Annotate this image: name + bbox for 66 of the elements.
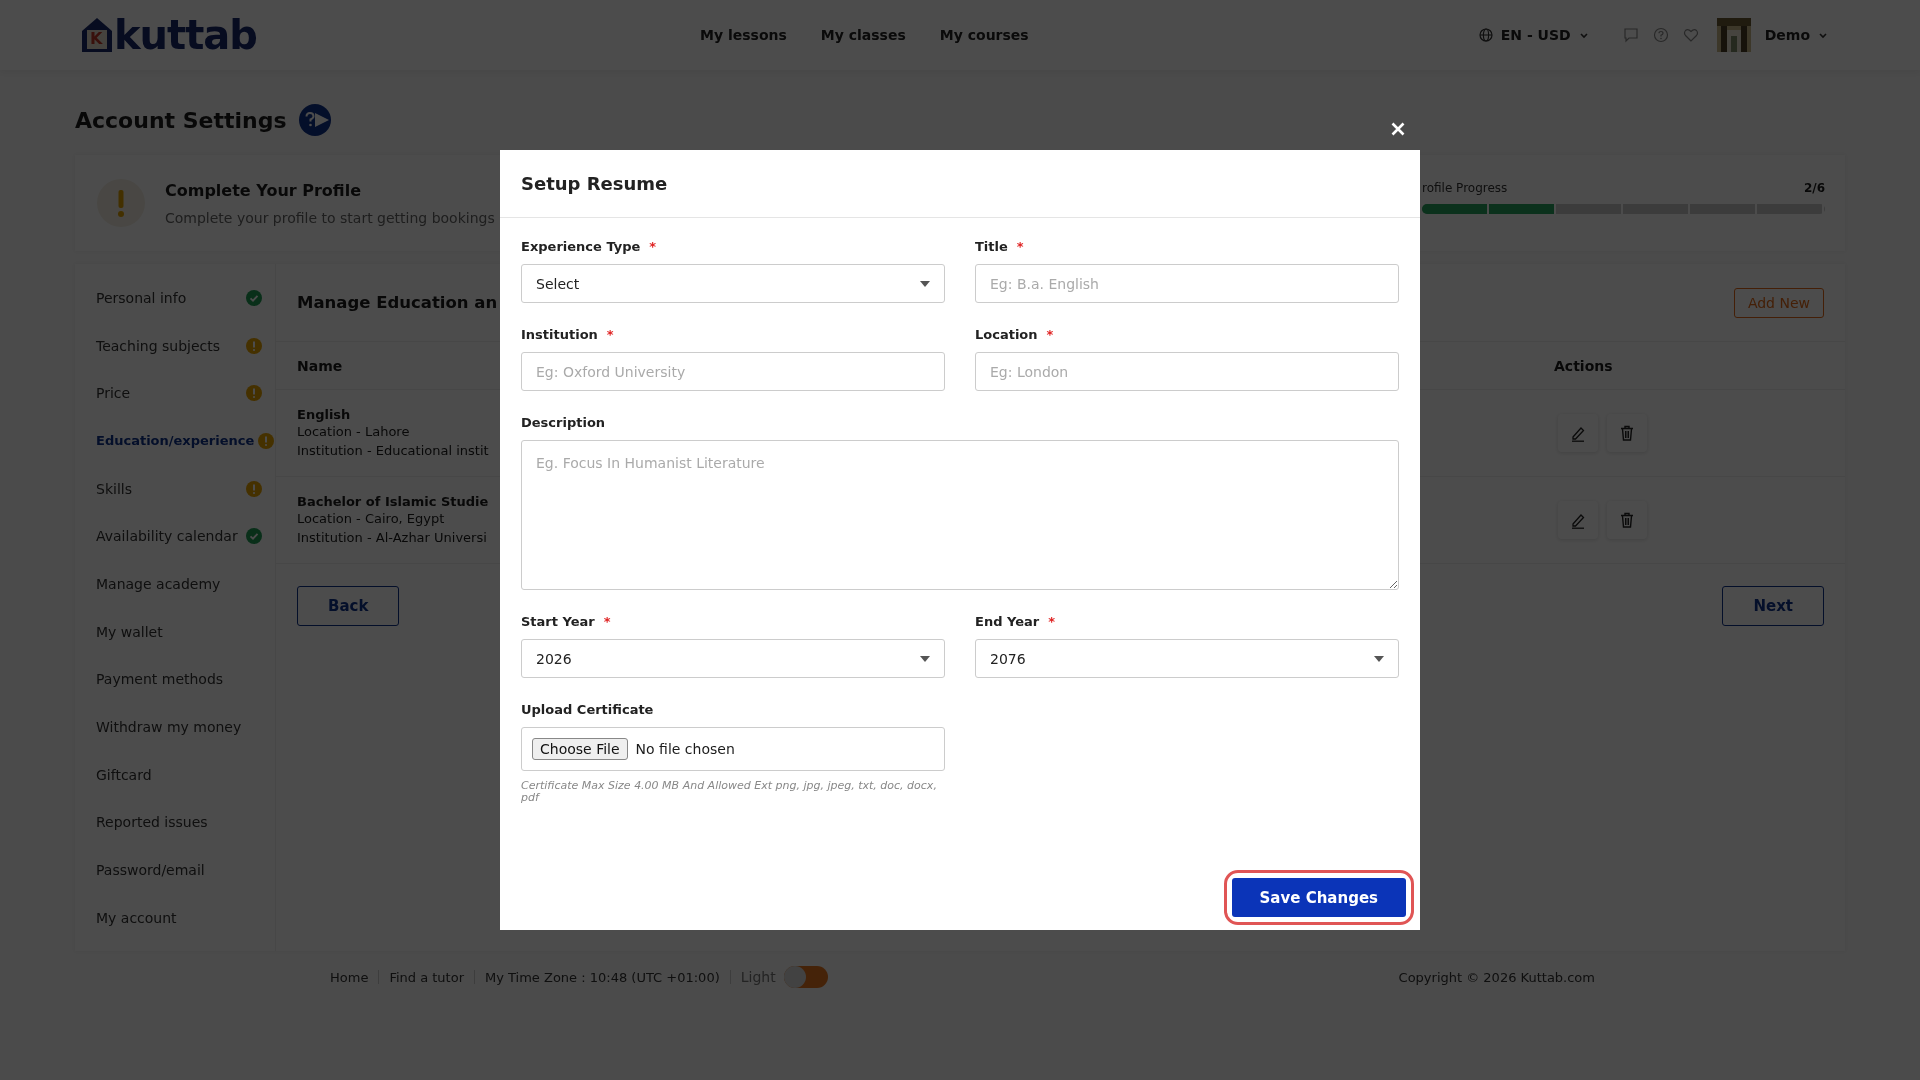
text-field[interactable]: Eg: B.a. English: [975, 264, 1399, 303]
sidebar-item[interactable]: Price: [96, 385, 131, 402]
choose-file-button[interactable]: Choose File: [532, 738, 628, 760]
entry-institution: Institution - Educational instit: [297, 441, 489, 460]
field-label: Experience Type: [521, 239, 641, 254]
field-label: Title: [975, 239, 1008, 254]
close-icon: [1391, 122, 1405, 136]
section-title: Manage Education an: [297, 293, 498, 312]
field-label: Upload Certificate: [521, 702, 654, 717]
timezone-text: My Time Zone : 10:48 (UTC +01:00): [485, 969, 720, 985]
field-label: Location: [975, 327, 1038, 342]
text-field[interactable]: Eg: Oxford University: [521, 352, 945, 391]
sidebar-item[interactable]: My wallet: [96, 623, 163, 640]
required-marker: *: [1046, 327, 1054, 342]
entry-name: Bachelor of Islamic Studie: [297, 493, 489, 509]
close-button[interactable]: [1390, 121, 1406, 137]
dropdown-caret-icon: [920, 655, 930, 662]
sidebar-item[interactable]: Withdraw my money: [96, 719, 242, 736]
sidebar-item[interactable]: Password/email: [96, 862, 205, 879]
select-field[interactable]: 2026: [521, 639, 945, 678]
sidebar-item[interactable]: Payment methods: [96, 671, 224, 688]
text-field[interactable]: Eg: London: [975, 352, 1399, 391]
field-label: Description: [521, 415, 606, 430]
nav-link[interactable]: My courses: [939, 27, 1029, 43]
page-title: Account Settings: [75, 107, 287, 133]
dropdown-caret-icon: [1374, 655, 1384, 662]
file-field[interactable]: Choose File No file chosen: [521, 727, 945, 771]
sidebar-item[interactable]: Reported issues: [96, 814, 208, 831]
sidebar-item[interactable]: Personal info: [96, 289, 187, 306]
sidebar-item[interactable]: Availability calendar: [96, 528, 238, 545]
entry-location: Location - Lahore: [297, 422, 410, 441]
entry-location: Location - Cairo, Egypt: [297, 509, 445, 528]
column-header: Actions: [1554, 357, 1613, 374]
footer-link[interactable]: Find a tutor: [389, 969, 464, 985]
file-status: No file chosen: [635, 741, 735, 757]
column-header: Name: [297, 357, 343, 374]
sidebar-item[interactable]: Giftcard: [96, 766, 152, 783]
required-marker: *: [1048, 614, 1055, 629]
required-marker: *: [649, 239, 657, 254]
sidebar-item[interactable]: Manage academy: [96, 575, 221, 592]
footer-link[interactable]: Home: [330, 969, 369, 985]
select-field[interactable]: 2076: [975, 639, 1399, 678]
sidebar-item[interactable]: Education/experience: [96, 433, 255, 449]
sidebar-item[interactable]: Skills: [96, 480, 132, 497]
sidebar-item[interactable]: My account: [96, 909, 177, 926]
sidebar-item[interactable]: Teaching subjects: [96, 337, 221, 354]
profile-title: Complete Your Profile: [165, 180, 363, 200]
field-label: Start Year: [521, 614, 595, 629]
nav-link[interactable]: My classes: [820, 27, 906, 43]
select-field[interactable]: Select: [521, 264, 945, 303]
entry-institution: Institution - Al-Azhar Universi: [297, 528, 487, 547]
entry-name: English: [297, 406, 351, 422]
upload-hint: Certificate Max Size 4.00 MB And Allowed Ext png, jpg, jpeg, txt, doc, docx, pdf: [521, 780, 938, 804]
field-label: End Year: [975, 614, 1040, 629]
required-marker: *: [603, 614, 611, 629]
progress-label: rofile Progress: [1422, 180, 1508, 195]
nav-link[interactable]: My lessons: [700, 27, 787, 43]
field-label: Institution: [521, 327, 598, 342]
progress-count: 2/6: [1803, 180, 1825, 195]
required-marker: *: [1016, 239, 1024, 254]
dropdown-caret-icon: [920, 280, 930, 287]
modal-title: Setup Resume: [521, 173, 668, 194]
required-marker: *: [606, 327, 614, 342]
copyright-text: Copyright © 2026 Kuttab.com: [1398, 969, 1595, 985]
description-field[interactable]: Eg. Focus In Humanist Literature: [521, 440, 1399, 590]
save-changes-button[interactable]: Save Changes: [1231, 878, 1406, 917]
